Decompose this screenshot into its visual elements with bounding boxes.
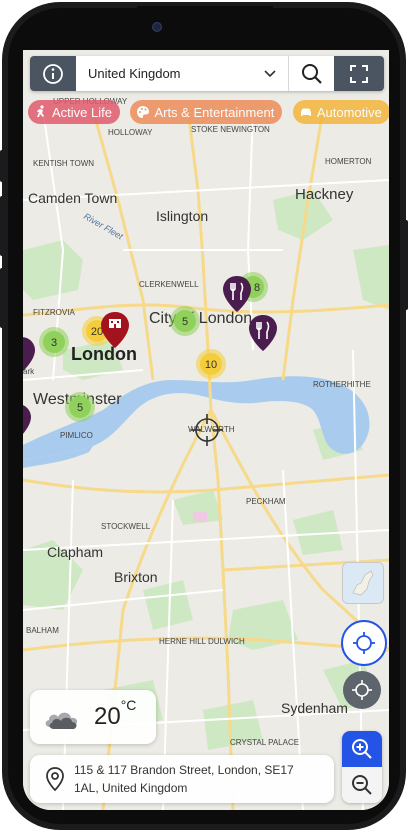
cluster-count: 5 xyxy=(182,316,188,328)
cluster-marker[interactable]: 5 xyxy=(65,392,95,422)
fullscreen-button[interactable] xyxy=(334,56,384,91)
cluster-marker[interactable]: 5 xyxy=(170,306,200,336)
cluster-count: 3 xyxy=(51,337,57,349)
address-card[interactable]: 115 & 117 Brandon Street, London, SE17 1… xyxy=(30,755,334,803)
map-label-balham: BALHAM xyxy=(26,626,59,635)
map-label-stockwell: STOCKWELL xyxy=(101,522,151,531)
search-bar: United Kingdom xyxy=(30,56,384,91)
map-label-clapham: Clapham xyxy=(47,544,103,560)
map-label-sydenham: Sydenham xyxy=(281,700,348,716)
locate-me-button[interactable] xyxy=(341,620,387,666)
map-label-peckham: PECKHAM xyxy=(246,497,286,506)
chevron-down-icon xyxy=(264,69,276,77)
app-screen: UPPER HOLLOWAY HOLLOWAY STOKE NEWINGTON … xyxy=(23,50,389,810)
category-chips: Active Life Arts & Entertainment Automot… xyxy=(28,100,389,126)
side-button xyxy=(404,220,408,310)
map-label-homerton: HOMERTON xyxy=(325,157,372,166)
map-style-button[interactable] xyxy=(342,562,384,604)
side-button xyxy=(0,196,4,256)
park-area xyxy=(193,512,207,522)
side-button xyxy=(0,150,4,182)
zoom-out-icon xyxy=(352,775,372,795)
info-button[interactable] xyxy=(30,56,76,91)
address-text: 115 & 117 Brandon Street, London, SE17 1… xyxy=(74,761,294,797)
search-icon xyxy=(301,63,322,84)
cluster-marker[interactable]: 3 xyxy=(39,327,69,357)
address-line-1: 115 & 117 Brandon Street, London, SE17 xyxy=(74,763,294,777)
side-button xyxy=(0,268,4,328)
camera-icon xyxy=(152,22,162,32)
map-label-london: London xyxy=(71,344,137,364)
chip-arts-entertainment[interactable]: Arts & Entertainment xyxy=(130,100,283,124)
map-label-dulwich: DULWICH xyxy=(208,637,245,646)
map-label-camden-town: Camden Town xyxy=(28,190,117,206)
chip-automotive[interactable]: Automotive xyxy=(292,100,389,124)
zoom-in-icon xyxy=(352,739,372,759)
map-label-city-of-london: City of London xyxy=(149,310,252,327)
map-label-islington: Islington xyxy=(156,208,208,224)
temperature-value: 20°C xyxy=(94,697,137,730)
search-button[interactable] xyxy=(289,56,334,91)
person-running-icon xyxy=(37,105,44,117)
cluster-marker[interactable]: 10 xyxy=(196,349,226,379)
map-label-herne-hill: HERNE HILL xyxy=(159,637,207,646)
map-label-holloway: HOLLOWAY xyxy=(108,128,153,137)
chip-active-life[interactable]: Active Life xyxy=(28,100,120,124)
map-label-hackney: Hackney xyxy=(295,186,354,203)
map-label-brixton: Brixton xyxy=(114,569,158,585)
zoom-in-button[interactable] xyxy=(342,731,382,767)
chip-label: Automotive xyxy=(316,104,382,120)
map-label-rotherhithe: ROTHERHITHE xyxy=(313,380,371,389)
temperature-unit: °C xyxy=(120,697,137,713)
palette-icon xyxy=(137,106,150,118)
gps-icon xyxy=(353,632,375,654)
recenter-button[interactable] xyxy=(343,671,381,709)
car-icon xyxy=(300,108,311,116)
map-label-kentish-town: KENTISH TOWN xyxy=(33,159,94,168)
map-label-stoke-newington: STOKE NEWINGTON xyxy=(191,125,270,134)
zoom-out-button[interactable] xyxy=(342,767,382,803)
country-select-value: United Kingdom xyxy=(88,66,181,81)
country-select[interactable]: United Kingdom xyxy=(76,56,289,91)
cluster-count: 10 xyxy=(205,359,217,371)
location-pin-icon xyxy=(46,767,64,792)
cluster-count: 8 xyxy=(254,282,260,294)
cloudy-icon xyxy=(45,712,78,729)
map-thumbnail-icon xyxy=(343,563,383,603)
address-line-2: 1AL, United Kingdom xyxy=(74,781,188,795)
info-icon xyxy=(43,63,63,84)
map-label-crystal-palace: CRYSTAL PALACE xyxy=(230,738,299,747)
target-icon xyxy=(352,680,372,700)
fullscreen-icon xyxy=(350,64,368,83)
cluster-count: 5 xyxy=(77,402,83,414)
chip-label: Active Life xyxy=(52,104,112,120)
chip-label: Arts & Entertainment xyxy=(154,104,275,120)
weather-widget: 20°C xyxy=(30,690,156,744)
map-label-fitzrovia: FITZROVIA xyxy=(33,308,75,317)
map-label-clerkenwell: CLERKENWELL xyxy=(139,280,199,289)
map-label-pimlico: PIMLICO xyxy=(60,431,93,440)
zoom-controls xyxy=(342,731,382,803)
